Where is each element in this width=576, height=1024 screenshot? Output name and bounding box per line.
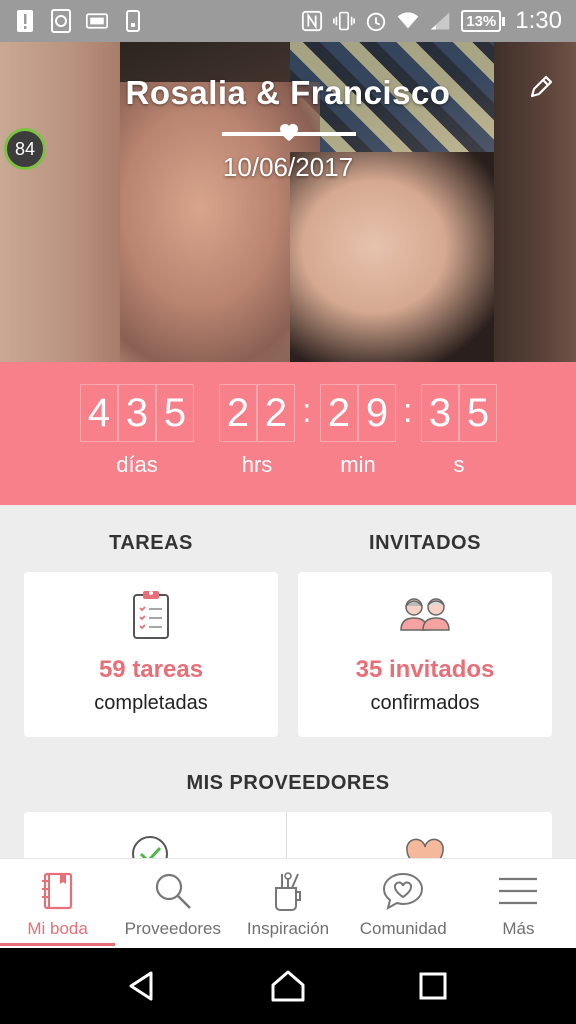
- hours-label: hrs: [241, 452, 273, 477]
- seconds-digit: 5: [459, 384, 497, 442]
- clock: 1:30: [515, 7, 562, 34]
- signal-icon: [429, 9, 451, 33]
- days-digits: 4 3 5: [80, 384, 194, 442]
- countdown-panel: 4 3 5 2 2 : 2 9 : 3 5 días hrs min s: [0, 362, 576, 505]
- alarm-icon: [365, 9, 387, 33]
- nfc-icon: [301, 9, 323, 33]
- home-button[interactable]: [264, 962, 312, 1010]
- menu-icon: [496, 869, 540, 913]
- home-icon: [271, 970, 305, 1002]
- notebook-icon: [36, 869, 80, 913]
- tab-label: Más: [502, 919, 535, 938]
- tab-label: Inspiración: [246, 919, 330, 938]
- status-bar: 13% 1:30: [0, 0, 576, 42]
- guests-count: 35 invitados: [355, 656, 495, 683]
- guests-card[interactable]: 35 invitados confirmados: [298, 572, 552, 737]
- seconds-label: s: [453, 452, 465, 477]
- tab-proveedores[interactable]: Proveedores: [115, 859, 230, 948]
- hours-digits: 2 2: [219, 384, 295, 442]
- brush-cup-icon: [266, 869, 310, 913]
- recents-button[interactable]: [409, 962, 457, 1010]
- days-label: días: [116, 452, 158, 477]
- chat-heart-icon: [381, 869, 425, 913]
- tab-mi-boda[interactable]: Mi boda: [0, 859, 116, 948]
- tasks-card[interactable]: 59 tareas completadas: [24, 572, 278, 737]
- system-nav-bar: [0, 948, 576, 1024]
- days-digit: 3: [118, 384, 156, 442]
- wifi-icon: [397, 9, 419, 33]
- app-notification-icon: [50, 9, 72, 33]
- tab-label: Proveedores: [124, 919, 221, 938]
- progress-score-badge[interactable]: 84: [4, 128, 46, 170]
- minutes-digits: 2 9: [320, 384, 396, 442]
- back-triangle-icon: [129, 971, 153, 1001]
- bottom-tab-bar: Mi boda Proveedores Inspiración Comunida…: [0, 858, 576, 948]
- recents-square-icon: [419, 972, 447, 1000]
- tasks-status: completadas: [94, 692, 208, 714]
- tareas-heading: TAREAS: [109, 532, 193, 554]
- battery-indicator: 13%: [461, 10, 506, 32]
- search-icon: [151, 869, 195, 913]
- guests-status: confirmados: [370, 692, 480, 714]
- time-separator: :: [403, 392, 413, 430]
- invitados-heading: INVITADOS: [369, 532, 481, 554]
- wedding-date: 10/06/2017: [222, 152, 354, 182]
- tab-mas[interactable]: Más: [461, 859, 576, 948]
- minutes-digit: 9: [358, 384, 396, 442]
- vibrate-icon: [333, 9, 356, 33]
- days-digit: 5: [156, 384, 194, 442]
- minutes-digit: 2: [320, 384, 358, 442]
- wedding-header: Rosalia & Francisco 10/06/2017 84: [0, 42, 576, 362]
- video-notification-icon: [86, 9, 108, 33]
- time-separator: :: [302, 392, 312, 430]
- hours-digit: 2: [257, 384, 295, 442]
- days-digit: 4: [80, 384, 118, 442]
- couple-names: Rosalia & Francisco: [125, 74, 451, 111]
- download-notification-icon: [122, 9, 144, 33]
- tab-inspiracion[interactable]: Inspiración: [230, 859, 345, 948]
- tab-label: Mi boda: [27, 919, 88, 938]
- providers-heading: MIS PROVEEDORES: [186, 772, 390, 794]
- seconds-digits: 3 5: [421, 384, 497, 442]
- tasks-count: 59 tareas: [98, 656, 204, 683]
- guests-couple-icon: [400, 598, 450, 631]
- pencil-edit-icon[interactable]: [526, 72, 556, 102]
- score-value: 84: [14, 138, 36, 159]
- tab-label: Comunidad: [359, 919, 447, 938]
- clipboard-checklist-icon: [133, 591, 169, 639]
- battery-level: 13%: [466, 12, 497, 30]
- alert-notification-icon: [14, 9, 36, 33]
- seconds-digit: 3: [421, 384, 459, 442]
- heart-icon: [280, 124, 298, 141]
- back-button[interactable]: [119, 962, 167, 1010]
- minutes-label: min: [340, 452, 376, 477]
- hours-digit: 2: [219, 384, 257, 442]
- tab-comunidad[interactable]: Comunidad: [346, 859, 461, 948]
